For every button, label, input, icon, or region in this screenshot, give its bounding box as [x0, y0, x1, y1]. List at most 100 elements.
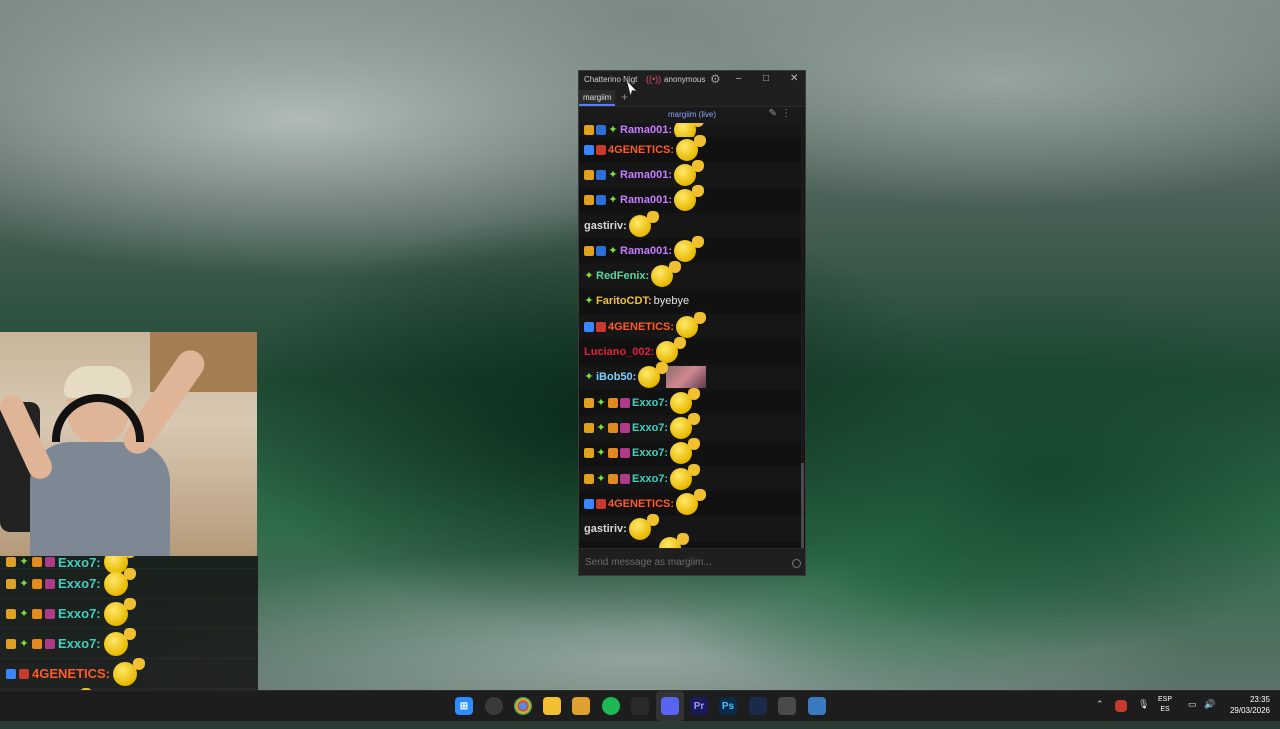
chat-message[interactable]: 4GENETICS: [579, 488, 805, 517]
partner-badge[interactable] [596, 125, 606, 135]
orange-badge[interactable] [608, 397, 618, 408]
tab-margiim[interactable]: margiim [579, 90, 616, 106]
red-badge[interactable] [596, 144, 606, 155]
chat-message[interactable]: 4GENETICS: [579, 311, 805, 340]
emote-icon[interactable] [676, 488, 707, 515]
chat-message[interactable]: ✦ Exxo7: [579, 463, 805, 492]
emote-icon[interactable] [670, 463, 701, 490]
emote-icon[interactable] [673, 185, 704, 212]
crown-badge[interactable] [584, 473, 594, 484]
emote-icon[interactable] [628, 210, 659, 237]
discord-icon[interactable] [661, 697, 679, 715]
plus-badge[interactable]: ✦ [584, 372, 594, 383]
chat-username[interactable]: Luciano_002: [584, 346, 654, 358]
start-button-icon[interactable]: ⊞ [455, 697, 473, 715]
pink-badge[interactable] [620, 397, 630, 408]
plus-badge[interactable]: ✦ [608, 169, 618, 180]
account-name[interactable]: anonymous [664, 75, 705, 84]
orange-badge[interactable] [608, 473, 618, 484]
chat-message[interactable]: ✦ Rama001: [579, 159, 805, 188]
red-badge[interactable] [596, 498, 606, 509]
chat-message[interactable]: ✦ RedFenix: [579, 261, 805, 289]
emote-icon[interactable] [673, 159, 704, 186]
crown-badge[interactable] [584, 245, 594, 256]
emoji-button[interactable] [792, 559, 801, 568]
chat-message[interactable]: ✦ iBob50: [579, 362, 805, 390]
partner-badge[interactable] [596, 245, 606, 256]
chat-message[interactable]: gastiriv: [579, 514, 805, 542]
pink-badge[interactable] [620, 448, 630, 459]
plus-badge[interactable]: ✦ [596, 473, 606, 484]
plus-badge[interactable]: ✦ [596, 422, 606, 433]
notepad-icon[interactable] [808, 697, 826, 715]
plus-badge[interactable]: ✦ [584, 271, 594, 282]
emote-icon[interactable] [670, 412, 701, 439]
emote-icon[interactable] [651, 261, 682, 288]
emote-icon[interactable] [628, 514, 659, 541]
network-icon[interactable]: ▭ [1188, 699, 1197, 729]
chat-username[interactable]: 4GENETICS: [608, 498, 674, 510]
chat-message[interactable]: gastiriv: [579, 210, 805, 239]
blue-badge[interactable] [584, 498, 594, 509]
close-button[interactable]: ✕ [790, 73, 798, 84]
plus-badge[interactable]: ✦ [608, 245, 618, 256]
emote-icon[interactable] [676, 311, 707, 338]
red-badge[interactable] [596, 321, 606, 332]
chat-username[interactable]: Rama001: [620, 124, 672, 136]
chat-message[interactable]: ✦ Rama001: [579, 123, 805, 141]
scrollbar-thumb[interactable] [801, 463, 804, 549]
pink-badge[interactable] [620, 422, 630, 433]
chat-username[interactable]: Rama001: [620, 194, 672, 206]
camera-icon[interactable] [631, 697, 649, 715]
chevron-up-icon[interactable]: ⌃ [1096, 699, 1104, 729]
widgets-icon[interactable] [485, 697, 503, 715]
crown-badge[interactable] [584, 125, 594, 135]
chat-username[interactable]: RedFenix: [596, 270, 649, 282]
microphone-icon[interactable]: 🎙 [1138, 699, 1149, 729]
image-emote[interactable] [666, 366, 707, 389]
chat-message[interactable]: ✦ Rama001: [579, 235, 805, 264]
clock[interactable]: 23:35 29/03/2026 [1230, 694, 1270, 716]
chat-username[interactable]: Exxo7: [632, 397, 668, 409]
chat-username[interactable]: Exxo7: [632, 447, 668, 459]
chat-message[interactable]: Luciano_002: [579, 337, 805, 365]
title-bar[interactable]: Chatterino Nigt ((•)) anonymous ⚙ – □ ✕ [579, 71, 805, 90]
chat-username[interactable]: Rama001: [620, 169, 672, 181]
emote-icon[interactable] [656, 337, 687, 364]
orange-badge[interactable] [608, 422, 618, 433]
edit-icon[interactable]: ✎ [769, 108, 777, 119]
chat-username[interactable]: iBob50: [596, 371, 636, 383]
chat-message[interactable]: ✦ FaritoCDT: byebye [579, 288, 805, 315]
chat-username[interactable]: gastiriv: [584, 220, 627, 232]
plus-badge[interactable]: ✦ [596, 448, 606, 459]
chat-username[interactable]: Rama001: [620, 245, 672, 257]
emote-icon[interactable] [638, 362, 669, 389]
emote-icon[interactable] [676, 134, 707, 161]
language-indicator[interactable]: ESP ES [1158, 695, 1172, 715]
more-options-icon[interactable]: ⋮ [781, 108, 791, 119]
chat-message[interactable]: ✦ Exxo7: [579, 412, 805, 441]
chat-message[interactable]: 4GENETICS: [579, 134, 805, 163]
chat-message[interactable]: ✦ Exxo7: [579, 387, 805, 416]
chat-username[interactable]: FaritoCDT: [596, 295, 652, 307]
file-explorer-icon[interactable] [572, 697, 590, 715]
chrome-icon[interactable] [514, 697, 532, 715]
chatterino-window[interactable]: Chatterino Nigt ((•)) anonymous ⚙ – □ ✕ … [578, 70, 806, 576]
emote-icon[interactable] [670, 438, 701, 465]
chat-username[interactable]: 4GENETICS: [608, 144, 674, 156]
maximize-button[interactable]: □ [763, 73, 769, 84]
crown-badge[interactable] [584, 195, 594, 206]
minimize-button[interactable]: – [736, 73, 742, 84]
add-tab-button[interactable]: + [621, 90, 628, 104]
blue-badge[interactable] [584, 144, 594, 155]
chat-username[interactable]: 4GENETICS: [608, 321, 674, 333]
blue-badge[interactable] [584, 321, 594, 332]
partner-badge[interactable] [596, 169, 606, 180]
plus-badge[interactable]: ✦ [608, 195, 618, 206]
steam-icon[interactable] [749, 697, 767, 715]
crown-badge[interactable] [584, 397, 594, 408]
photoshop-icon[interactable]: Ps [719, 697, 737, 715]
crown-badge[interactable] [584, 448, 594, 459]
premiere-icon[interactable]: Pr [690, 697, 708, 715]
plus-badge[interactable]: ✦ [596, 397, 606, 408]
